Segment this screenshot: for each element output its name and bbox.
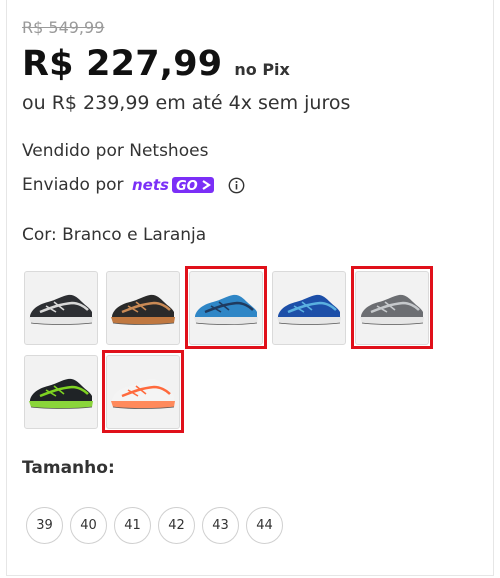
size-label: Tamanho: <box>22 458 115 478</box>
color-swatch-shoe-white-orange[interactable] <box>106 355 180 429</box>
shipping-label: Enviado por <box>22 175 124 195</box>
color-swatch-shoe-black-white[interactable] <box>24 271 98 345</box>
shoe-image <box>360 294 424 325</box>
shoe-image <box>29 294 93 325</box>
shipping-row: Enviado por nets GO <box>22 175 245 195</box>
size-option-39[interactable]: 39 <box>26 507 63 544</box>
price-row: R$ 227,99 no Pix <box>22 44 290 84</box>
color-swatch-shoe-black-orange[interactable] <box>106 271 180 345</box>
current-price: R$ 227,99 <box>22 44 223 84</box>
info-icon[interactable] <box>228 177 245 194</box>
netsgo-logo: nets GO <box>132 176 220 194</box>
shoe-image <box>111 378 175 409</box>
shoe-image <box>194 294 258 325</box>
color-label: Cor: Branco e Laranja <box>22 225 207 245</box>
size-option-40[interactable]: 40 <box>70 507 107 544</box>
size-option-43[interactable]: 43 <box>202 507 239 544</box>
svg-text:GO: GO <box>176 179 198 194</box>
size-option-44[interactable]: 44 <box>246 507 283 544</box>
svg-text:nets: nets <box>132 176 169 194</box>
size-option-41[interactable]: 41 <box>114 507 151 544</box>
installments-text: ou R$ 239,99 em até 4x sem juros <box>22 92 351 114</box>
color-swatch-shoe-black-green[interactable] <box>24 355 98 429</box>
color-swatch-shoe-royal-blue[interactable] <box>272 271 346 345</box>
size-option-42[interactable]: 42 <box>158 507 195 544</box>
sold-by-text: Vendido por Netshoes <box>22 141 209 161</box>
color-swatch-shoe-grey-silver[interactable] <box>355 271 429 345</box>
color-swatch-shoe-blue-navy[interactable] <box>189 271 263 345</box>
shoe-image <box>29 378 93 409</box>
netsgo-logo-graphic: nets GO <box>132 176 214 194</box>
pix-label: no Pix <box>234 60 290 79</box>
old-price: R$ 549,99 <box>22 18 105 37</box>
shoe-image <box>111 294 175 325</box>
shoe-image <box>277 294 341 325</box>
